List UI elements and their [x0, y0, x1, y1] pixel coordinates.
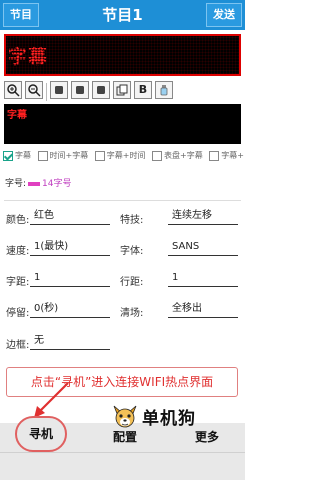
square-icon — [55, 86, 63, 94]
speed-label: 速度: — [6, 246, 30, 257]
border-field[interactable]: 无 — [30, 332, 110, 350]
find-device-tab[interactable]: 寻机 — [15, 416, 67, 452]
mode-option[interactable]: 字幕 — [3, 150, 31, 161]
effect-label: 特技: — [120, 215, 144, 226]
char-spacing-field[interactable]: 1 — [30, 269, 110, 287]
copy-icon — [116, 84, 128, 96]
checkbox-checked-icon — [3, 150, 13, 161]
bottom-divider — [0, 452, 245, 453]
checkbox-icon — [209, 150, 220, 161]
more-tab[interactable]: 更多 — [187, 424, 227, 450]
checkbox-icon — [94, 150, 105, 161]
align-center-button[interactable] — [71, 81, 89, 99]
mode-option[interactable]: 表盘+字幕 — [152, 150, 203, 161]
send-button[interactable]: 发送 — [206, 3, 242, 27]
char-spacing-label: 字距: — [6, 277, 30, 288]
text-edit-area[interactable]: 字幕 — [4, 104, 241, 144]
line-spacing-label: 行距: — [120, 277, 144, 288]
mode-checkbox-row: 字幕 时间+字幕 字幕+时间 表盘+字幕 字幕+ — [3, 150, 245, 166]
font-field[interactable]: SANS — [168, 238, 238, 256]
square-icon — [76, 86, 84, 94]
preview-text: 字幕 — [8, 46, 49, 68]
square-icon — [97, 86, 105, 94]
divider — [4, 200, 241, 201]
led-preview: 字幕 — [4, 34, 241, 76]
bottle-icon — [160, 85, 168, 96]
toolbar-divider — [46, 83, 47, 101]
zoom-out-button[interactable] — [25, 81, 43, 99]
align-left-button[interactable] — [50, 81, 68, 99]
color-field[interactable]: 红色 — [30, 207, 110, 225]
program-title: 节目1 — [102, 6, 143, 24]
zoom-in-icon — [7, 84, 20, 97]
checkbox-icon — [37, 150, 48, 161]
mode-option[interactable]: 时间+字幕 — [37, 150, 88, 161]
font-label: 字体: — [120, 246, 144, 257]
color-label: 颜色: — [6, 215, 30, 226]
format-toolbar: B — [4, 81, 173, 103]
clear-label: 清场: — [120, 308, 144, 319]
zoom-in-button[interactable] — [4, 81, 22, 99]
mode-option[interactable]: 字幕+时间 — [94, 150, 146, 161]
zoom-out-icon — [28, 84, 41, 97]
font-size-swatch — [28, 181, 41, 186]
line-spacing-field[interactable]: 1 — [168, 269, 238, 287]
edit-text: 字幕 — [7, 110, 27, 121]
copy-button[interactable] — [113, 81, 131, 99]
program-button[interactable]: 节目 — [3, 3, 39, 27]
stay-label: 停留: — [6, 308, 30, 319]
mode-option[interactable]: 字幕+ — [209, 150, 244, 161]
bold-button[interactable]: B — [134, 81, 152, 99]
border-label: 边框: — [6, 340, 30, 351]
color-button[interactable] — [155, 81, 173, 99]
speed-field[interactable]: 1(最快) — [30, 238, 110, 256]
font-size-selector[interactable]: 字号: 14字号 — [5, 176, 72, 189]
font-size-value: 14字号 — [42, 179, 72, 189]
config-tab[interactable]: 配置 — [105, 424, 145, 450]
stay-field[interactable]: 0(秒) — [30, 300, 110, 318]
font-size-label: 字号: — [5, 179, 27, 189]
checkbox-icon — [152, 150, 163, 161]
clear-field[interactable]: 全移出 — [168, 300, 238, 318]
arrow-annotation-icon — [34, 382, 69, 418]
align-right-button[interactable] — [92, 81, 110, 99]
effect-field[interactable]: 连续左移 — [168, 207, 238, 225]
